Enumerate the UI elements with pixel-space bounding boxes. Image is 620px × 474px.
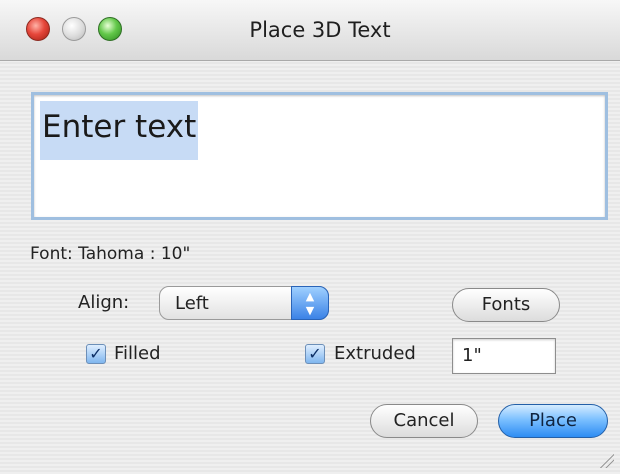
zoom-window-icon[interactable]	[98, 17, 122, 41]
window-title: Place 3D Text	[249, 18, 391, 42]
text-entry-field[interactable]: Enter text	[31, 92, 608, 220]
extrude-depth-field[interactable]: 1"	[452, 338, 556, 374]
selected-text: Enter text	[40, 101, 199, 160]
filled-checkbox[interactable]: ✓	[86, 344, 106, 364]
close-window-icon[interactable]	[26, 17, 50, 41]
extruded-label: Extruded	[334, 343, 416, 364]
minimize-window-icon[interactable]	[62, 17, 86, 41]
fonts-button[interactable]: Fonts	[452, 288, 560, 322]
filled-label: Filled	[114, 343, 161, 364]
extruded-checkbox[interactable]: ✓	[305, 344, 325, 364]
align-value: Left	[175, 293, 209, 314]
check-icon: ✓	[89, 344, 103, 363]
place-3d-text-dialog: Place 3D Text Enter text Font: Tahoma : …	[0, 0, 620, 474]
updown-arrows-icon: ▲ ▼	[291, 286, 329, 320]
align-popup[interactable]: Left ▲ ▼	[159, 286, 329, 320]
place-button[interactable]: Place	[498, 404, 608, 438]
font-info-label: Font: Tahoma : 10"	[30, 244, 191, 264]
check-icon: ✓	[308, 344, 322, 363]
align-label: Align:	[78, 292, 130, 313]
resize-grip-icon[interactable]	[598, 452, 614, 468]
cancel-button[interactable]: Cancel	[370, 404, 478, 438]
title-bar: Place 3D Text	[0, 0, 620, 61]
